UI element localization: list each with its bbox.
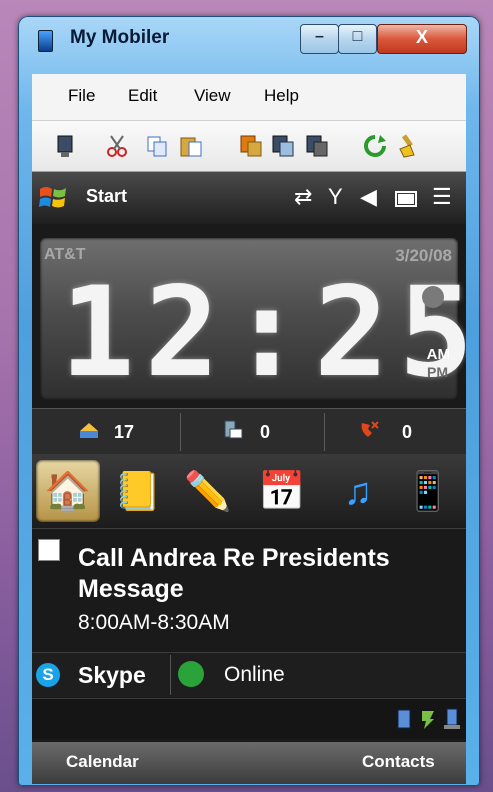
clock-panel[interactable]: AT&T 3/20/08 12:25 AM PM bbox=[40, 238, 466, 405]
title-bar[interactable]: My Mobiler – □ X bbox=[18, 16, 480, 58]
skype-status-row[interactable]: S Skype Online bbox=[32, 652, 466, 697]
maximize-icon: □ bbox=[352, 28, 363, 45]
copy-icon[interactable] bbox=[144, 133, 170, 159]
appointment-item[interactable]: Call Andrea Re Presidents Message 8:00AM… bbox=[32, 528, 466, 653]
contacts-app[interactable]: 📒 bbox=[106, 460, 170, 522]
connectivity-icon[interactable]: ⇄ bbox=[294, 184, 312, 210]
windows-logo-icon[interactable] bbox=[38, 183, 68, 213]
softkey-bar: Calendar Contacts bbox=[32, 742, 466, 784]
phone-app[interactable]: 📱 bbox=[396, 460, 460, 522]
sms-count[interactable]: 0 bbox=[260, 422, 270, 443]
device-taskbar: Start ⇄ Y ◀ ☰ bbox=[32, 172, 466, 224]
contacts-book-icon: 📒 bbox=[114, 471, 162, 513]
counter-divider bbox=[180, 413, 181, 451]
menu-edit[interactable]: Edit bbox=[128, 86, 157, 106]
phone-connect-icon[interactable] bbox=[442, 707, 462, 731]
window-title: My Mobiler bbox=[70, 27, 170, 48]
mymobiler-window: My Mobiler – □ X File Edit View Help Sta… bbox=[18, 16, 480, 786]
battery-icon[interactable] bbox=[394, 186, 418, 210]
minimize-icon: – bbox=[315, 28, 324, 45]
volume-icon[interactable]: ◀ bbox=[360, 184, 377, 210]
email-inbox-icon bbox=[80, 423, 98, 438]
calendar-icon: 📅 bbox=[258, 471, 306, 513]
screenshot-alt-icon[interactable] bbox=[304, 133, 330, 159]
menu-file[interactable]: File bbox=[68, 86, 95, 106]
maximize-button[interactable]: □ bbox=[338, 24, 377, 54]
brush-icon[interactable] bbox=[394, 133, 420, 159]
home-app[interactable]: 🏠 bbox=[36, 460, 100, 522]
app-launcher-bar: 🏠 📒 ✏️ 📅 ♫ 📱 bbox=[32, 454, 466, 528]
contacts-softkey[interactable]: Contacts bbox=[362, 752, 435, 772]
pm-indicator: PM bbox=[427, 364, 448, 380]
toolbar bbox=[32, 121, 466, 171]
house-icon: 🏠 bbox=[44, 471, 92, 513]
clock-time: 12:25 bbox=[60, 261, 466, 405]
pencil-icon: ✏️ bbox=[184, 471, 232, 513]
screenshot-icon[interactable] bbox=[270, 133, 296, 159]
activesync-device-icon[interactable] bbox=[394, 707, 414, 731]
skype-divider bbox=[170, 655, 171, 695]
appointment-time: 8:00AM-8:30AM bbox=[78, 611, 230, 634]
tray-row bbox=[32, 698, 466, 739]
refresh-icon[interactable] bbox=[362, 133, 388, 159]
device-screen: Start ⇄ Y ◀ ☰ AT&T 3/20/08 12:25 AM PM 1… bbox=[32, 172, 466, 784]
mobiler-app-icon bbox=[38, 30, 53, 52]
minimize-button[interactable]: – bbox=[300, 24, 339, 54]
notification-counters: 17 0 0 bbox=[32, 408, 466, 455]
calendar-app[interactable]: 📅 bbox=[250, 460, 314, 522]
appointment-calendar-icon bbox=[38, 539, 60, 561]
email-count[interactable]: 17 bbox=[114, 422, 134, 443]
skype-icon: S bbox=[36, 663, 60, 687]
skype-label: Skype bbox=[78, 662, 146, 688]
online-status-icon bbox=[178, 661, 204, 687]
music-app[interactable]: ♫ bbox=[326, 460, 390, 522]
tasks-app[interactable]: ✏️ bbox=[176, 460, 240, 522]
signal-strength-icon[interactable]: Y bbox=[328, 184, 343, 210]
menu-bar: File Edit View Help bbox=[32, 74, 466, 121]
menu-help[interactable]: Help bbox=[264, 86, 299, 106]
paste-icon[interactable] bbox=[178, 133, 204, 159]
menu-view[interactable]: View bbox=[194, 86, 231, 106]
cut-icon[interactable] bbox=[104, 133, 130, 159]
alarm-clock-icon bbox=[422, 286, 444, 308]
menu-list-icon[interactable]: ☰ bbox=[432, 184, 452, 210]
close-button[interactable]: X bbox=[377, 24, 467, 54]
close-icon: X bbox=[415, 27, 428, 47]
counter-divider bbox=[324, 413, 325, 451]
device-icon[interactable] bbox=[52, 133, 78, 159]
phone-music-icon: 📱 bbox=[404, 471, 452, 513]
start-button[interactable]: Start bbox=[86, 186, 127, 207]
missed-call-icon bbox=[361, 421, 379, 437]
paste-special-icon[interactable] bbox=[238, 133, 264, 159]
calendar-softkey[interactable]: Calendar bbox=[66, 752, 139, 772]
music-note-icon: ♫ bbox=[343, 471, 373, 513]
power-plug-icon[interactable] bbox=[418, 707, 438, 731]
skype-status: Online bbox=[224, 663, 285, 686]
am-indicator: AM bbox=[426, 346, 450, 363]
missed-call-count[interactable]: 0 bbox=[402, 422, 412, 443]
sms-message-icon bbox=[224, 420, 243, 439]
appointment-title: Call Andrea Re Presidents Message bbox=[78, 544, 390, 603]
